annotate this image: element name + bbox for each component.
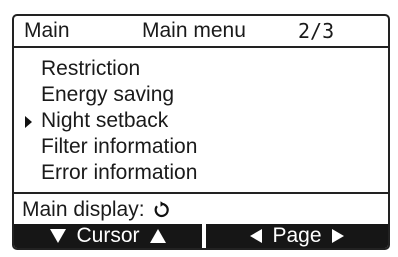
page-title: Main menu bbox=[142, 19, 246, 42]
page-button[interactable]: Page bbox=[206, 224, 388, 248]
menu-item-label: Energy saving bbox=[41, 83, 175, 106]
header-main-label: Main bbox=[24, 19, 70, 42]
return-icon bbox=[154, 201, 170, 218]
cursor-button[interactable]: Cursor bbox=[14, 224, 202, 248]
down-arrow-icon bbox=[50, 229, 67, 243]
main-display-hint: Main display: bbox=[22, 198, 170, 222]
remote-controller-screen: Main Main menu 2/3 Restriction Energy sa… bbox=[12, 14, 390, 250]
menu-item-label: Night setback bbox=[41, 109, 169, 132]
left-arrow-icon bbox=[250, 229, 263, 243]
menu-item-label: Restriction bbox=[41, 57, 141, 80]
menu-item-energy-saving[interactable]: Energy saving bbox=[14, 82, 388, 108]
function-button-bar: Cursor Page bbox=[14, 224, 388, 248]
menu-item-error-information[interactable]: Error information bbox=[14, 160, 388, 186]
right-arrow-icon bbox=[331, 229, 344, 243]
cursor-button-label: Cursor bbox=[76, 224, 140, 247]
page-button-label: Page bbox=[272, 224, 322, 247]
menu-item-filter-information[interactable]: Filter information bbox=[14, 134, 388, 160]
main-display-label: Main display: bbox=[22, 198, 145, 221]
menu-item-night-setback[interactable]: Night setback bbox=[14, 108, 388, 134]
divider bbox=[14, 192, 388, 194]
up-arrow-icon bbox=[149, 229, 166, 243]
page-indicator: 2/3 bbox=[298, 19, 335, 43]
menu-item-restriction[interactable]: Restriction bbox=[14, 56, 388, 82]
menu-item-label: Filter information bbox=[41, 135, 198, 158]
header-bar: Main Main menu 2/3 bbox=[14, 16, 388, 48]
cursor-arrow-icon bbox=[25, 116, 32, 128]
main-menu-list: Restriction Energy saving Night setback … bbox=[14, 56, 388, 186]
menu-item-label: Error information bbox=[41, 161, 198, 184]
